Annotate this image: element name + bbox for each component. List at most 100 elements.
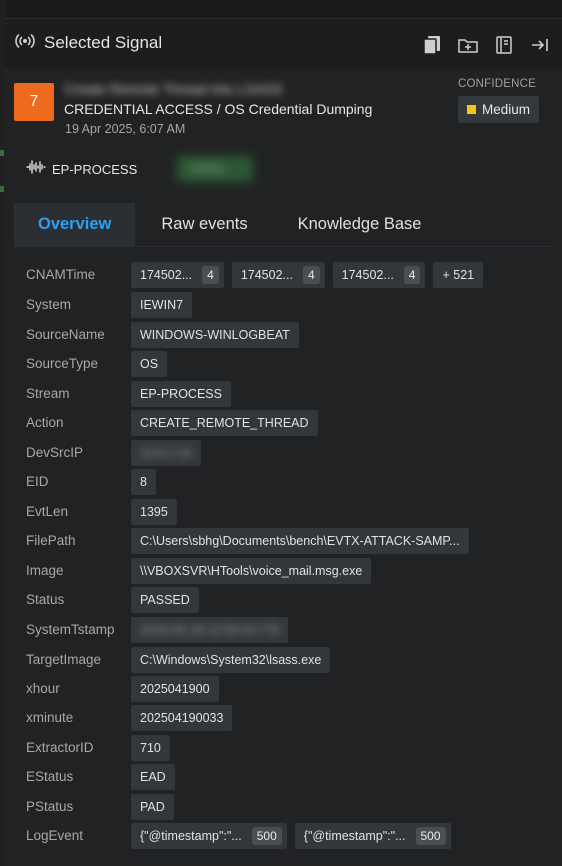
field-key: EID (26, 474, 49, 489)
field-value-text: PASSED (140, 593, 190, 607)
value-count-badge: 500 (415, 827, 446, 845)
field-value-text: 1395 (140, 505, 168, 519)
field-key: xminute (26, 710, 74, 725)
field-value-chip[interactable]: {"@timestamp":"... 500 (294, 823, 451, 849)
notebook-icon[interactable] (494, 35, 514, 55)
field-value-chip[interactable]: CREATE_REMOTE_THREAD (131, 410, 318, 436)
panel-header: Selected Signal (4, 19, 562, 69)
field-value-chip[interactable]: OS (131, 351, 168, 377)
confidence-badge: Medium (458, 96, 540, 123)
field-row: SourceType OS (4, 351, 562, 379)
field-value-text: + 521 (442, 268, 475, 282)
field-value-text: 2019-05-18 11:59:43.776 (140, 623, 280, 637)
field-values: WINDOWS-WINLOGBEAT (131, 322, 299, 348)
tab-overview[interactable]: Overview (14, 203, 136, 246)
field-row: Action CREATE_REMOTE_THREAD (4, 410, 562, 438)
field-value-text: 174502... (240, 268, 293, 282)
severity-badge: 7 (14, 83, 54, 121)
field-key: Image (26, 563, 64, 578)
folder-add-icon[interactable] (458, 35, 478, 55)
tab-knowledge-base[interactable]: Knowledge Base (274, 203, 446, 246)
field-key: xhour (26, 681, 60, 696)
field-key: CNAMTime (26, 267, 96, 282)
field-value-text: 202504190033 (140, 711, 224, 725)
field-key: FilePath (26, 533, 76, 548)
field-values: C:\Windows\System32\lsass.exe (131, 647, 331, 673)
field-value-chip[interactable]: 2025041900 (131, 676, 219, 702)
field-value-chip[interactable]: EP-PROCESS (131, 381, 231, 407)
field-value-text: 710 (140, 741, 161, 755)
value-count-badge: 4 (202, 266, 219, 284)
header-actions (422, 35, 550, 55)
stream-label: EP-PROCESS (52, 161, 138, 177)
field-values: 2019-05-18 11:59:43.776 (131, 617, 289, 643)
field-value-text: 2025041900 (140, 682, 210, 696)
field-value-chip[interactable]: 174502... 4 (231, 262, 325, 288)
field-value-chip[interactable]: 174502... 4 (332, 262, 426, 288)
field-value-chip[interactable]: 1395 (131, 499, 177, 525)
field-key: LogEvent (26, 828, 84, 843)
waveform-icon (26, 159, 46, 179)
confidence-label: CONFIDENCE (458, 78, 537, 90)
value-count-badge: 500 (251, 827, 282, 845)
field-values: 2025041900 (131, 676, 219, 702)
field-values: 1395 (131, 499, 177, 525)
field-row: SystemTstamp 2019-05-18 11:59:43.776 (4, 617, 562, 645)
tab-raw-events[interactable]: Raw events (137, 203, 271, 246)
field-row: Status PASSED (4, 587, 562, 615)
field-value-chip[interactable]: 174502... 4 (131, 262, 224, 288)
confidence-value: Medium (482, 102, 531, 117)
field-value-text: EP-PROCESS (140, 387, 222, 401)
field-value-chip[interactable]: 2019-05-18 11:59:43.776 (131, 617, 289, 643)
field-row: LogEvent {"@timestamp":"... 500 {"@timestam… (4, 823, 562, 851)
panel-title-text: Selected Signal (44, 33, 163, 52)
field-value-text: CREATE_REMOTE_THREAD (140, 416, 309, 430)
collapse-panel-icon[interactable] (530, 35, 550, 55)
field-row: System IEWIN7 (4, 292, 562, 320)
value-count-badge: 4 (302, 266, 320, 284)
field-key: Action (26, 415, 64, 430)
field-value-chip[interactable]: WINDOWS-WINLOGBEAT (131, 322, 299, 348)
detail-tabs: Overview Raw events Knowledge Base (14, 203, 552, 247)
field-value-text: C:\Windows\System32\lsass.exe (140, 653, 322, 667)
field-value-chip[interactable]: PASSED (131, 587, 199, 613)
field-values: CREATE_REMOTE_THREAD (131, 410, 318, 436)
field-key: System (26, 297, 72, 312)
stream-status-badge: Active (177, 156, 253, 182)
signal-name: Create Remote Thread into LSASS (64, 81, 283, 97)
field-values: \\VBOXSVR\HTools\voice_mail.msg.exe (131, 558, 372, 584)
field-value-chip[interactable]: C:\Windows\System32\lsass.exe (131, 647, 331, 673)
field-value-chip[interactable]: 710 (131, 735, 170, 761)
selected-signal-panel: Selected Signal 7 Create Remote Thread i… (4, 18, 562, 866)
stream-indicator: EP-PROCESS (26, 159, 137, 179)
field-values: OS (131, 351, 168, 377)
field-value-chip[interactable]: 202504190033 (131, 705, 233, 731)
field-key: ExtractorID (26, 740, 94, 755)
field-value-chip[interactable]: PAD (131, 794, 174, 820)
field-key: SourceType (26, 356, 99, 371)
field-values: 202504190033 (131, 705, 233, 731)
field-value-chip[interactable]: C:\Users\sbhg\Documents\bench\EVTX-ATTAC… (131, 528, 469, 554)
field-value-chip[interactable]: + 521 (433, 262, 484, 288)
field-values: 710 (131, 735, 170, 761)
field-key: EStatus (26, 769, 74, 784)
field-value-chip[interactable]: 10.0.2.15 (131, 440, 202, 466)
signal-broadcast-icon (14, 33, 36, 54)
field-values: {"@timestamp":"... 500 {"@timestamp":"... 5… (131, 823, 451, 849)
field-value-chip[interactable]: IEWIN7 (131, 292, 193, 318)
field-values: PASSED (131, 587, 199, 613)
field-value-text: \\VBOXSVR\HTools\voice_mail.msg.exe (140, 564, 363, 578)
field-row: Stream EP-PROCESS (4, 381, 562, 409)
copy-icon[interactable] (422, 35, 442, 55)
field-row: xhour 2025041900 (4, 676, 562, 704)
field-values: EP-PROCESS (131, 381, 231, 407)
field-key: EvtLen (26, 504, 69, 519)
field-key: PStatus (26, 799, 74, 814)
field-value-chip[interactable]: {"@timestamp":"... 500 (131, 823, 287, 849)
field-row: EStatus EAD (4, 764, 562, 792)
field-values: 174502... 4 174502... 4 174502... 4 + 521 (131, 262, 484, 288)
field-value-chip[interactable]: EAD (131, 764, 175, 790)
field-value-chip[interactable]: 8 (131, 469, 156, 495)
field-key: SystemTstamp (26, 622, 115, 637)
field-value-chip[interactable]: \\VBOXSVR\HTools\voice_mail.msg.exe (131, 558, 372, 584)
